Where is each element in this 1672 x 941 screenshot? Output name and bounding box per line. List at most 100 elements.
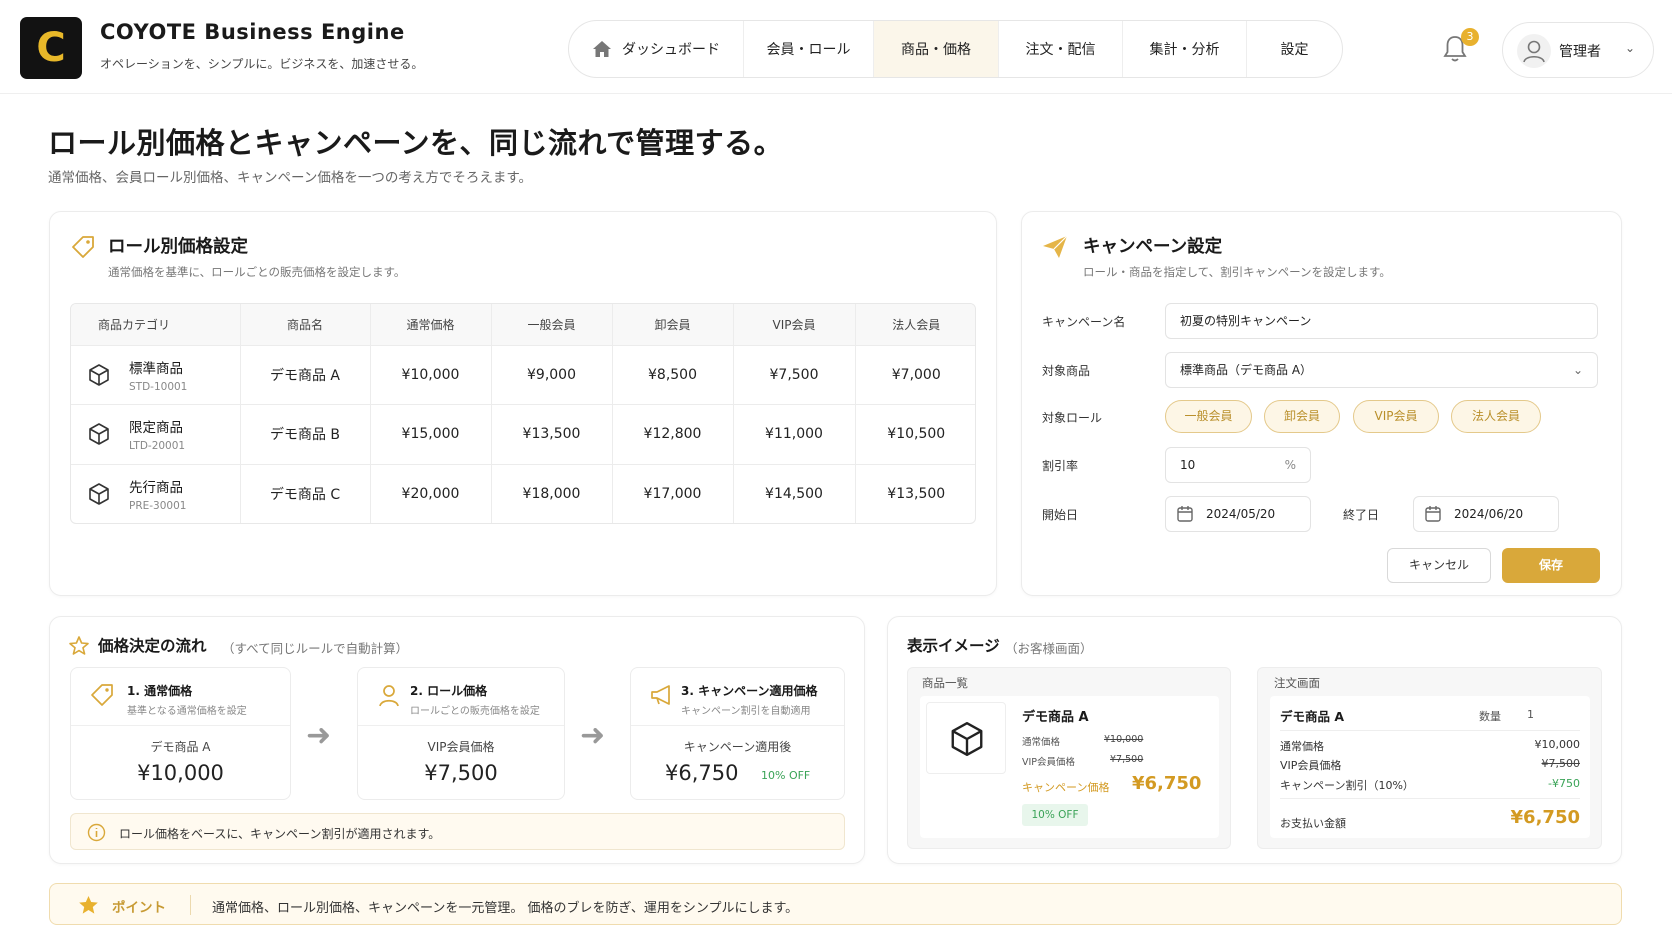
order-header: 注文画面 — [1274, 676, 1320, 690]
step-price: ¥7,500 — [424, 761, 498, 785]
page-title: ロール別価格とキャンペーンを、同じ流れで管理する。 — [48, 126, 784, 160]
price-cell[interactable]: ¥11,000 — [733, 404, 856, 465]
column-header[interactable]: 法人会員 — [855, 304, 975, 346]
nav-products-pricing[interactable]: 商品・価格 — [874, 21, 999, 77]
nav-orders-delivery[interactable]: 注文・配信 — [999, 21, 1123, 77]
flow-step-regular: 1. 通常価格 基準となる通常価格を設定 デモ商品 A ¥10,000 — [70, 667, 291, 800]
column-header[interactable]: 商品カテゴリ — [71, 304, 241, 346]
step-label: キャンペーン適用後 — [683, 740, 792, 754]
price-cell[interactable]: ¥9,000 — [491, 345, 613, 406]
price-cell[interactable]: ¥10,500 — [855, 404, 975, 465]
end-date-label: 終了日 — [1343, 508, 1380, 522]
target-roles-label: 対象ロール — [1042, 411, 1103, 425]
step-title: 2. ロール価格 — [410, 684, 488, 698]
product-name-cell: デモ商品 B — [240, 404, 371, 465]
price-cell[interactable]: ¥14,500 — [733, 464, 856, 523]
campaign-name-input[interactable]: 初夏の特別キャンペーン — [1165, 303, 1598, 339]
column-header[interactable]: 通常価格 — [370, 304, 492, 346]
category-name: 標準商品 — [129, 360, 183, 377]
price-cell[interactable]: ¥13,500 — [855, 464, 975, 523]
nav-settings[interactable]: 設定 — [1247, 21, 1342, 77]
megaphone-icon — [651, 685, 670, 705]
table-row[interactable]: 限定商品 LTD-20001 デモ商品 B ¥15,000 ¥13,500 ¥1… — [71, 404, 975, 465]
column-header[interactable]: 商品名 — [240, 304, 371, 346]
start-date-input[interactable]: 2024/05/20 — [1165, 496, 1311, 532]
campaign-name-label: キャンペーン名 — [1042, 315, 1126, 329]
column-header[interactable]: 卸会員 — [612, 304, 734, 346]
nav-members-roles-label: 会員・ロール — [766, 42, 851, 58]
cancel-button[interactable]: キャンセル — [1387, 548, 1491, 583]
price-cell[interactable]: ¥13,500 — [491, 404, 613, 465]
save-button[interactable]: 保存 — [1502, 548, 1600, 583]
order-discount-value: -¥750 — [1548, 777, 1580, 790]
product-name-cell: デモ商品 A — [240, 345, 371, 406]
role-pricing-table: 商品カテゴリ 商品名 通常価格 一般会員 卸会員 VIP会員 法人会員 標準商品… — [70, 303, 976, 524]
order-regular-value: ¥10,000 — [1534, 738, 1581, 751]
role-chip-corporate[interactable]: 法人会員 — [1451, 400, 1541, 433]
user-menu[interactable]: 管理者 ⌄ — [1502, 22, 1654, 78]
column-header[interactable]: 一般会員 — [491, 304, 613, 346]
step-title: 3. キャンペーン適用価格 — [681, 684, 818, 698]
target-product-label: 対象商品 — [1042, 364, 1091, 378]
end-date-input[interactable]: 2024/06/20 — [1413, 496, 1559, 532]
brand-name: COYOTE Business Engine — [100, 20, 405, 44]
table-row[interactable]: 先行商品 PRE-30001 デモ商品 C ¥20,000 ¥18,000 ¥1… — [71, 464, 975, 523]
nav-products-pricing-label: 商品・価格 — [901, 42, 971, 58]
table-row[interactable]: 標準商品 STD-10001 デモ商品 A ¥10,000 ¥9,000 ¥8,… — [71, 345, 975, 406]
price-cell[interactable]: ¥7,000 — [855, 345, 975, 406]
table-header-row: 商品カテゴリ 商品名 通常価格 一般会員 卸会員 VIP会員 法人会員 — [71, 304, 975, 346]
nav-analytics[interactable]: 集計・分析 — [1123, 21, 1247, 77]
column-header[interactable]: VIP会員 — [733, 304, 856, 346]
price-cell[interactable]: ¥8,500 — [612, 345, 734, 406]
price-cell[interactable]: ¥10,000 — [370, 345, 492, 406]
step-price: ¥10,000 — [137, 761, 224, 785]
product-image — [926, 702, 1006, 774]
point-banner: ポイント 通常価格、ロール別価格、キャンペーンを一元管理。 価格のブレを防ぎ、運… — [49, 883, 1622, 925]
price-cell[interactable]: ¥15,000 — [370, 404, 492, 465]
vip-price-value: ¥7,500 — [1110, 754, 1144, 765]
price-cell[interactable]: ¥12,800 — [612, 404, 734, 465]
order-product-name: デモ商品 A — [1280, 709, 1345, 724]
category-name: 先行商品 — [129, 479, 183, 496]
preview-title: 表示イメージ — [907, 637, 1000, 655]
target-product-value: 標準商品（デモ商品 A） — [1180, 363, 1313, 377]
nav-analytics-label: 集計・分析 — [1149, 42, 1220, 58]
category-code: LTD-20001 — [129, 440, 186, 453]
order-vip-value: ¥7,500 — [1541, 757, 1581, 770]
flow-step-role: 2. ロール価格 ロールごとの販売価格を設定 VIP会員価格 ¥7,500 — [357, 667, 565, 800]
price-cell[interactable]: ¥17,000 — [612, 464, 734, 523]
product-name-cell: デモ商品 C — [240, 464, 371, 523]
role-chip-general[interactable]: 一般会員 — [1165, 400, 1252, 433]
step-description: ロールごとの販売価格を設定 — [410, 706, 540, 717]
product-list-preview: 商品一覧 デモ商品 A 通常価格 ¥10,000 VIP会員価格 ¥7,500 … — [907, 667, 1231, 849]
step-header: 2. ロール価格 ロールごとの販売価格を設定 — [358, 668, 564, 726]
step-label: VIP会員価格 — [427, 740, 495, 754]
step-header: 1. 通常価格 基準となる通常価格を設定 — [71, 668, 290, 726]
home-icon — [593, 41, 611, 57]
role-pricing-title: ロール別価格設定 — [108, 237, 248, 257]
box-icon — [89, 423, 109, 446]
calendar-icon — [1177, 506, 1193, 522]
price-cell[interactable]: ¥18,000 — [491, 464, 613, 523]
role-pricing-subtitle: 通常価格を基準に、ロールごとの販売価格を設定します。 — [108, 265, 406, 279]
nav-members-roles[interactable]: 会員・ロール — [744, 21, 874, 77]
step-price: ¥6,750 — [665, 761, 739, 785]
step-description: キャンペーン割引を自動適用 — [681, 706, 811, 717]
price-flow-note: （すべて同じルールで自動計算） — [222, 641, 409, 656]
nav-dashboard[interactable]: ダッシュボード — [569, 21, 744, 77]
product-card[interactable]: デモ商品 A 通常価格 ¥10,000 VIP会員価格 ¥7,500 キャンペー… — [920, 696, 1219, 838]
main-nav: ダッシュボード 会員・ロール 商品・価格 注文・配信 集計・分析 設定 — [568, 20, 1343, 78]
app-logo[interactable]: C — [20, 17, 82, 79]
info-icon — [87, 823, 106, 842]
price-cell[interactable]: ¥20,000 — [370, 464, 492, 523]
price-tag-icon — [91, 684, 113, 706]
category-code: PRE-30001 — [129, 499, 187, 512]
target-product-select[interactable]: 標準商品（デモ商品 A） ⌄ — [1165, 352, 1598, 388]
point-divider — [190, 895, 191, 915]
discount-rate-input[interactable]: 10 % — [1165, 447, 1311, 483]
role-chip-wholesale[interactable]: 卸会員 — [1264, 400, 1340, 433]
price-cell[interactable]: ¥7,500 — [733, 345, 856, 406]
divider — [1280, 798, 1580, 799]
role-chip-vip[interactable]: VIP会員 — [1353, 400, 1439, 433]
step-label: デモ商品 A — [150, 740, 211, 754]
